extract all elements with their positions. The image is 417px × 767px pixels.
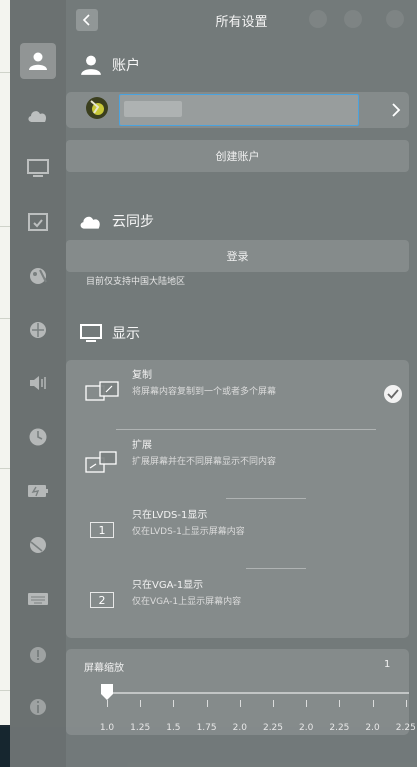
display-mode-title: 复制 <box>132 370 152 381</box>
scale-tick <box>173 700 175 707</box>
power-icon <box>28 485 48 497</box>
network-icon <box>30 322 46 338</box>
display-mode-card: 复制 将屏幕内容复制到一个或者多个屏幕 扩展 扩展屏幕并在不同屏幕显示不同内容 … <box>66 360 409 638</box>
chevron-right-icon[interactable] <box>389 100 403 120</box>
avatar[interactable] <box>86 97 108 119</box>
scale-tick-label: 2.0 <box>299 723 314 733</box>
scale-tick-label: 1.75 <box>196 723 217 733</box>
scale-tick <box>339 700 341 707</box>
screen-scale-value: 1 <box>384 659 391 670</box>
username-blurred <box>124 101 182 117</box>
settings-panel: 所有设置 账户 创建账户 云同步 登录 目前仅支持中国大陆地区 显示 复制 将屏… <box>10 0 417 767</box>
mouse-icon <box>30 537 46 553</box>
keyboard-icon <box>28 593 48 605</box>
screen-scale-label: 屏幕缩放 <box>84 663 124 674</box>
display-mode-title: 扩展 <box>132 440 152 451</box>
display-number-badge: 1 <box>90 522 114 538</box>
scale-tick-label: 2.25 <box>262 723 284 733</box>
account-section-heading: 账户 <box>78 52 140 78</box>
display-section-heading: 显示 <box>78 320 140 346</box>
display-icon <box>27 159 49 177</box>
scale-tick <box>107 700 108 707</box>
settings-content: 所有设置 账户 创建账户 云同步 登录 目前仅支持中国大陆地区 显示 复制 将屏… <box>66 0 417 767</box>
sidebar-item-mouse[interactable] <box>24 531 52 559</box>
scale-tick <box>306 700 308 707</box>
sidebar-item-network[interactable] <box>24 316 52 344</box>
display-mode-title: 只在LVDS-1显示 <box>132 510 208 521</box>
personalization-icon <box>30 268 47 284</box>
display-icon <box>78 322 104 344</box>
display-mode-extend[interactable]: 扩展 扩展屏幕并在不同屏幕显示不同内容 <box>66 430 409 498</box>
display-mode-desc: 仅在VGA-1上显示屏幕内容 <box>132 597 242 607</box>
update-icon <box>30 647 46 663</box>
cloud-icon <box>28 111 47 122</box>
settings-sidebar <box>10 0 66 767</box>
info-icon <box>30 699 46 715</box>
create-account-button[interactable]: 创建账户 <box>66 140 409 172</box>
display-mode-vga-only[interactable]: 2 只在VGA-1显示 仅在VGA-1上显示屏幕内容 <box>66 570 409 638</box>
extend-display-icon <box>85 451 117 473</box>
login-button[interactable]: 登录 <box>66 240 409 272</box>
sound-icon <box>30 376 46 390</box>
cloud-section-heading: 云同步 <box>78 208 154 234</box>
sidebar-item-update[interactable] <box>24 641 52 669</box>
sidebar-item-info[interactable] <box>24 693 52 721</box>
sidebar-item-power[interactable] <box>24 477 52 505</box>
scale-tick-label: 1.25 <box>130 723 151 733</box>
cloud-icon <box>78 210 104 232</box>
page-title: 所有设置 <box>215 15 268 30</box>
settings-header: 所有设置 <box>66 0 417 40</box>
screen-scale-card: 屏幕缩放 1 1.0 1.25 1.5 1.75 2.0 2.25 2.0 2.25 2.0 2.… <box>66 649 416 735</box>
display-mode-title: 只在VGA-1显示 <box>132 580 204 591</box>
mirror-display-icon <box>85 381 119 401</box>
display-number-badge: 2 <box>90 592 114 608</box>
account-section-label: 账户 <box>112 58 140 74</box>
scale-tick-label: 2.0 <box>365 723 380 733</box>
scale-tick <box>239 700 241 707</box>
scale-tick <box>372 700 374 707</box>
scale-tick <box>140 700 142 707</box>
default-apps-icon <box>28 213 48 231</box>
selected-check-icon <box>384 385 402 403</box>
scale-slider-handle[interactable] <box>100 683 114 701</box>
sidebar-item-account[interactable] <box>20 43 56 79</box>
scale-tick <box>273 700 274 707</box>
divider <box>246 568 306 569</box>
scale-tick <box>405 700 407 707</box>
avatar-image <box>86 97 108 119</box>
sidebar-item-time[interactable] <box>24 423 52 451</box>
sidebar-item-keyboard[interactable] <box>24 585 52 613</box>
sidebar-item-personalization[interactable] <box>24 262 52 290</box>
scale-tick-label: 1.0 <box>99 723 115 733</box>
display-mode-desc: 仅在LVDS-1上显示屏幕内容 <box>132 527 245 537</box>
time-icon <box>29 428 47 446</box>
account-icon <box>78 54 104 76</box>
cloud-section-label: 云同步 <box>112 214 154 230</box>
sidebar-item-cloud[interactable] <box>24 101 52 129</box>
display-mode-copy[interactable]: 复制 将屏幕内容复制到一个或者多个屏幕 <box>66 360 409 428</box>
scale-tick-label: 1.5 <box>166 723 181 733</box>
scale-tick <box>206 700 208 707</box>
cloud-region-note: 目前仅支持中国大陆地区 <box>86 277 186 287</box>
display-section-label: 显示 <box>112 326 140 342</box>
background-shape <box>386 10 404 28</box>
background-shape <box>309 10 327 28</box>
display-mode-desc: 将屏幕内容复制到一个或者多个屏幕 <box>132 387 277 397</box>
account-icon <box>29 52 47 70</box>
display-mode-lvds-only[interactable]: 1 只在LVDS-1显示 仅在LVDS-1上显示屏幕内容 <box>66 500 409 568</box>
scale-tick-label: 2.0 <box>232 723 247 733</box>
background-shape <box>344 10 362 28</box>
display-mode-desc: 扩展屏幕并在不同屏幕显示不同内容 <box>132 457 277 467</box>
sidebar-item-sound[interactable] <box>24 369 52 397</box>
background-window <box>0 0 10 725</box>
scale-tick-label: 2.25 <box>395 723 416 733</box>
sidebar-item-display[interactable] <box>24 154 52 182</box>
scale-slider-track[interactable] <box>107 692 409 694</box>
sidebar-item-default-apps[interactable] <box>24 208 52 236</box>
scale-tick-label: 2.25 <box>329 723 350 733</box>
divider <box>226 498 306 499</box>
